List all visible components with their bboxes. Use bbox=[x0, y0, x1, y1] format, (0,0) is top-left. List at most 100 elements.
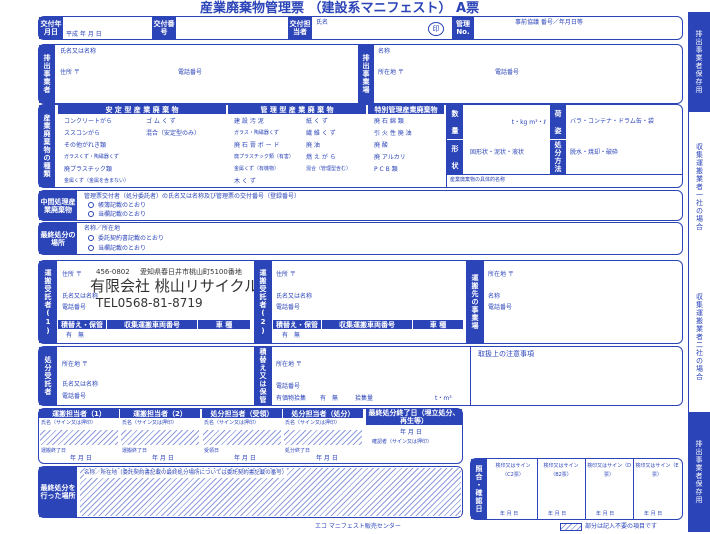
radio-icon[interactable] bbox=[88, 211, 94, 217]
ymd: 年 月 日 bbox=[316, 455, 338, 462]
radio-icon[interactable] bbox=[88, 202, 94, 208]
stable-item: 廃プラスチック類 bbox=[64, 166, 112, 173]
bottom-final-date: 最終処分終了日（埋立処分、再生等） bbox=[366, 409, 462, 425]
manager-no-label: 管理No. bbox=[452, 17, 474, 39]
confirm-label: 照合・確認日 bbox=[471, 459, 487, 519]
disposer-phone-label: 電話番号 bbox=[62, 393, 87, 400]
carrier2-address-label: 住所 〒 bbox=[276, 271, 296, 278]
stable-item: ゴ ム く ず bbox=[146, 118, 176, 125]
carrier1-address-label: 住所 〒 bbox=[62, 271, 82, 278]
tab-two-carriers: 収集運搬業者二社の場合 bbox=[688, 262, 710, 412]
hatch-area bbox=[203, 430, 281, 445]
seal-mark: 印 bbox=[428, 22, 444, 36]
hatch-area bbox=[40, 430, 118, 445]
divider bbox=[447, 174, 682, 175]
disposer-side: 処分受託者 bbox=[39, 347, 57, 405]
specific-name-label: 産業廃棄物の具体的名称 bbox=[450, 177, 506, 183]
qty-label: 数 量 bbox=[447, 105, 463, 139]
managed-item: 燃 え が ら bbox=[306, 154, 336, 161]
ymd: 年 月 日 bbox=[70, 455, 92, 462]
footer-text: エコ マニフェスト販売センター bbox=[315, 523, 401, 530]
page-title: 産業廃棄物管理票 （建設系マニフェスト） A票 bbox=[200, 1, 480, 16]
ymd: 年 月 日 bbox=[234, 455, 256, 462]
notes-label: 取扱上の注意事項 bbox=[478, 350, 534, 358]
qty-units: t・kg m³・ℓ bbox=[511, 119, 546, 126]
special-item: 廃 石 綿 類 bbox=[374, 118, 404, 125]
issue-date-value: 平成 年 月 日 bbox=[66, 31, 102, 38]
confirm-e: 検印又はサイン（E票） bbox=[635, 463, 679, 478]
final-opt1: 委託契約書記載のとおり bbox=[98, 235, 165, 242]
carrier1-address: 愛知県春日井市桃山町5100番地 bbox=[140, 268, 242, 276]
hatch-area bbox=[284, 430, 362, 445]
intermediate-text: 管理票交付者（処分委託者）の氏名又は名称及び管理票の交付番号（登録番号） bbox=[84, 193, 301, 200]
final-place-text: 名称／所在地（委託契約書記載の最終処分場所については委託契約書記載の番号） bbox=[84, 469, 288, 478]
divider bbox=[537, 459, 538, 519]
form-value: 固形状・泥状・液状 bbox=[470, 149, 525, 156]
transfer-qty: 拾集量 bbox=[355, 395, 374, 402]
pack-value: バラ・コンテナ・ドラム缶・袋 bbox=[570, 118, 654, 125]
ymd: 年 月 日 bbox=[152, 455, 174, 462]
intermediate-label: 中間処理産業廃棄物 bbox=[39, 191, 77, 220]
ymd: 年 月 日 bbox=[596, 511, 615, 517]
carrier1-h2: 収集運搬車両番号 bbox=[107, 320, 197, 329]
form-label: 形 状 bbox=[447, 140, 463, 174]
managed-item: 混合（管理型含む） bbox=[306, 166, 352, 172]
carrier1-phone: TEL0568-81-8719 bbox=[96, 296, 203, 310]
managed-header: 管 理 型 産 業 廃 棄 物 bbox=[228, 105, 366, 114]
bottom-disp-recv: 処分担当者（受領） bbox=[202, 409, 282, 418]
method-label: 処分方法 bbox=[550, 140, 566, 174]
site-phone-label: 電話番号 bbox=[495, 69, 520, 76]
transfer-opts: 有 無 bbox=[320, 395, 339, 402]
pre-agreement-label: 事前協議 番号／年月日等 bbox=[515, 19, 583, 26]
emitter-address-label: 住所 〒 bbox=[60, 69, 80, 76]
carrier2-name-label: 氏名又は名称 bbox=[276, 293, 313, 300]
carry-date: 運搬終了日 bbox=[41, 448, 67, 454]
ymd: 年 月 日 bbox=[644, 511, 663, 517]
radio-icon[interactable] bbox=[88, 235, 94, 241]
stable-item: 混合（安定型のみ） bbox=[146, 130, 201, 137]
pack-label: 荷 姿 bbox=[550, 105, 566, 139]
disposer-address-label: 所在地 〒 bbox=[62, 361, 88, 368]
special-header: 特別管理産業廃棄物 bbox=[368, 105, 444, 114]
radio-icon[interactable] bbox=[88, 245, 94, 251]
special-item: 引 火 性 廃 油 bbox=[374, 130, 412, 137]
final-ymd: 年 月 日 bbox=[400, 429, 422, 436]
stable-item: その他がれき類 bbox=[64, 142, 107, 149]
carrier2-opts: 有 無 bbox=[282, 332, 301, 339]
confirm-c2: 検印又はサイン（B2票） bbox=[543, 463, 579, 478]
carrier1-h1: 積替え・保管 bbox=[58, 320, 106, 329]
stable-item: 金属くず（金属を含まない） bbox=[64, 178, 130, 184]
final-text: 名称／所在地 bbox=[84, 225, 121, 232]
carrier2-h1: 積替え・保管 bbox=[273, 320, 321, 329]
person-label: 交付担当者 bbox=[288, 17, 312, 39]
disposer-name-label: 氏名又は名称 bbox=[62, 381, 99, 388]
dest-side: 運搬先の事業場 bbox=[466, 261, 484, 343]
tab-emitter-keep: 排出事業者保存用 bbox=[688, 12, 710, 112]
bottom-disp-done: 処分担当者（処分） bbox=[283, 409, 363, 418]
dest-name-label: 名称 bbox=[488, 293, 501, 300]
dest-phone-label: 電話番号 bbox=[488, 304, 513, 311]
carrier1-phone-label: 電話番号 bbox=[62, 304, 87, 311]
carrier2-phone-label: 電話番号 bbox=[276, 304, 301, 311]
carrier1-side: 運搬受託者(1) bbox=[39, 261, 57, 343]
transfer-address-label: 所在地 〒 bbox=[276, 361, 302, 368]
final-label: 最終処分の場所 bbox=[39, 223, 77, 254]
managed-item: 建 設 汚 泥 bbox=[234, 118, 264, 125]
managed-item: 廃プラスチック類（有害） bbox=[234, 154, 294, 160]
ymd: 年 月 日 bbox=[500, 511, 519, 517]
disp-date: 処分終了日 bbox=[285, 448, 311, 454]
managed-item: 木 く ず bbox=[234, 178, 256, 185]
method-value: 脱水・焼却・破砕 bbox=[570, 149, 619, 156]
confirm-b2: 検印又はサイン（C2票） bbox=[495, 463, 531, 478]
carrier2-h3: 車 種 bbox=[413, 320, 463, 329]
carrier1-opts: 有 無 bbox=[66, 332, 85, 339]
issue-date-label: 交付年月日 bbox=[39, 17, 63, 39]
bottom-carrier2: 運搬担当者（2） bbox=[120, 409, 200, 418]
carrier1-h3: 車 種 bbox=[198, 320, 250, 329]
managed-item: 繊 維 く ず bbox=[306, 130, 336, 137]
emitter-name-label: 氏名又は名称 bbox=[60, 48, 97, 55]
final-sign: 確認者（サイン又は押印） bbox=[372, 439, 433, 445]
recv-date: 受領日 bbox=[204, 448, 220, 454]
transfer-value-label: 有価物拾集 bbox=[276, 395, 307, 402]
ymd: 年 月 日 bbox=[548, 511, 567, 517]
